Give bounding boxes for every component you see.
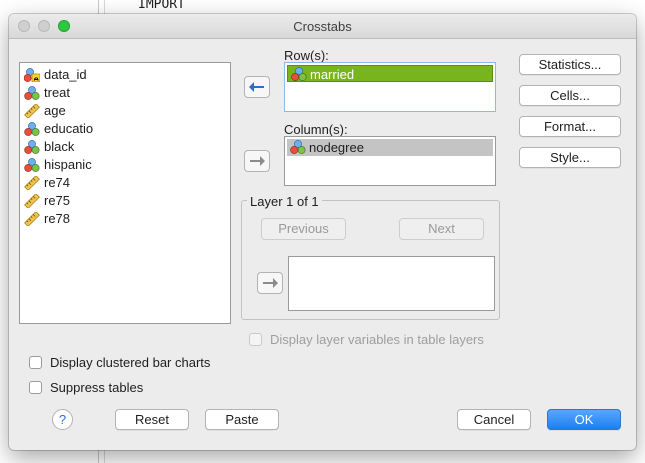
crosstabs-dialog: Crosstabs data_idtreat age educatio black hi… [9,14,636,450]
variable-list-item[interactable]: re74 [20,174,230,192]
ok-button[interactable]: OK [547,409,621,430]
variable-list-item[interactable]: treat [20,84,230,102]
arrow-right-icon [263,277,278,288]
display-layer-variables-option[interactable]: Display layer variables in table layers [249,332,484,347]
help-icon[interactable]: ? [52,409,73,430]
layer-title: Layer 1 of 1 [247,194,322,209]
display-layer-variables-label: Display layer variables in table layers [270,332,484,347]
rows-label: Row(s): [284,48,329,63]
variable-name: re78 [44,211,71,226]
suppress-tables-checkbox[interactable] [29,381,42,394]
next-layer-button[interactable]: Next [399,218,484,240]
layer-list[interactable] [288,256,495,311]
clustered-bar-checkbox[interactable] [29,356,42,369]
arrow-left-icon [249,81,264,92]
nominal-icon [291,67,307,81]
column-variable-item[interactable]: nodegree [287,139,493,156]
editor-code-text: IMPORT [138,0,185,12]
statistics-button[interactable]: Statistics... [519,54,621,75]
row-variable-label: married [310,67,355,82]
nominal-icon [290,140,306,154]
window-title: Crosstabs [293,19,352,34]
clustered-bar-label: Display clustered bar charts [50,355,211,370]
variable-list[interactable]: data_idtreat age educatio black hispanic re74… [19,62,231,324]
nominal-string-icon [24,68,40,82]
move-to-layer-button[interactable] [257,272,283,294]
display-layer-variables-checkbox[interactable] [249,333,262,346]
scale-ruler-icon [24,176,40,190]
variable-list-item[interactable]: re75 [20,192,230,210]
variable-name: data_id [44,67,87,82]
suppress-tables-label: Suppress tables [50,380,144,395]
move-to-rows-button[interactable] [244,76,270,98]
variable-list-item[interactable]: hispanic [20,156,230,174]
move-to-columns-button[interactable] [244,150,270,172]
variable-name: re75 [44,193,71,208]
arrow-right-icon [250,155,265,166]
scale-ruler-icon [24,212,40,226]
variable-list-item[interactable]: educatio [20,120,230,138]
rows-list[interactable]: married [284,62,496,112]
nominal-icon [24,140,40,154]
column-variable-label: nodegree [309,140,364,155]
columns-label: Column(s): [284,122,348,137]
paste-button[interactable]: Paste [205,409,279,430]
variable-name: re74 [44,175,71,190]
columns-list[interactable]: nodegree [284,136,496,186]
previous-layer-button[interactable]: Previous [261,218,346,240]
scale-ruler-icon [24,194,40,208]
variable-name: age [44,103,66,118]
variable-list-item[interactable]: data_id [20,66,230,84]
row-variable-item[interactable]: married [287,65,493,82]
variable-list-item[interactable]: black [20,138,230,156]
nominal-icon [24,158,40,172]
variable-name: hispanic [44,157,92,172]
nominal-icon [24,86,40,100]
clustered-bar-option[interactable]: Display clustered bar charts [29,355,210,370]
variable-list-item[interactable]: age [20,102,230,120]
scale-ruler-icon [24,104,40,118]
reset-button[interactable]: Reset [115,409,189,430]
nominal-icon [24,122,40,136]
style-button[interactable]: Style... [519,147,621,168]
cells-button[interactable]: Cells... [519,85,621,106]
variable-name: educatio [44,121,94,136]
cancel-button[interactable]: Cancel [457,409,531,430]
variable-name: black [44,139,75,154]
variable-list-item[interactable]: re78 [20,210,230,228]
variable-name: treat [44,85,71,100]
suppress-tables-option[interactable]: Suppress tables [29,380,143,395]
title-bar: Crosstabs [9,14,636,39]
format-button[interactable]: Format... [519,116,621,137]
